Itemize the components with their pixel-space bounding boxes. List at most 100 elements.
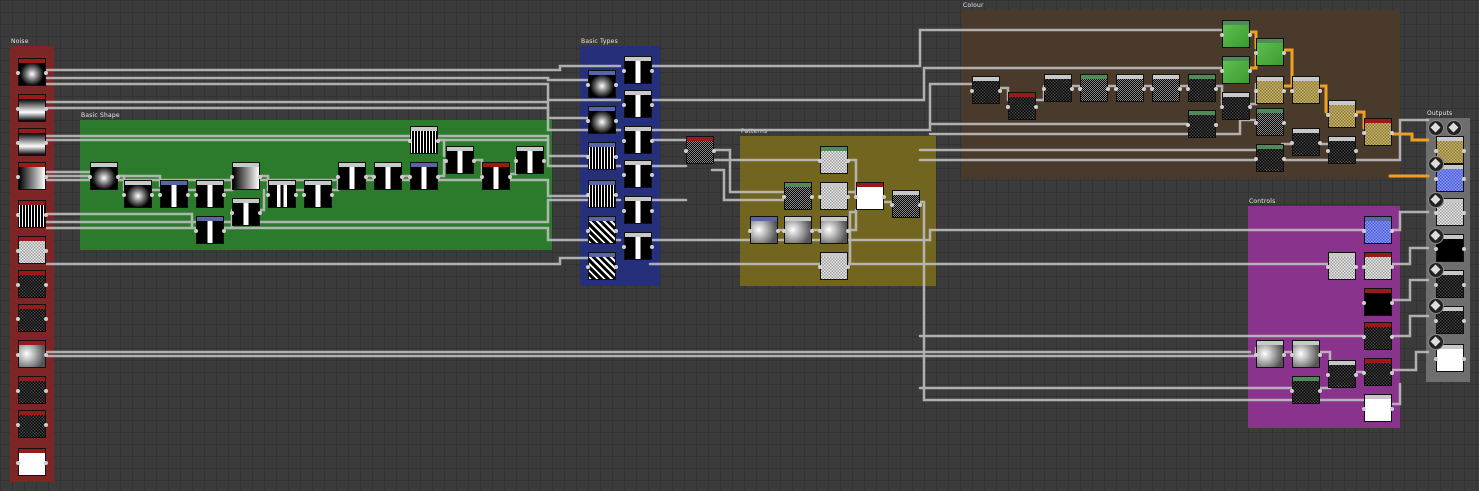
port-dot-icon[interactable] xyxy=(258,211,262,215)
port-dot-icon[interactable] xyxy=(16,107,20,111)
port-dot-icon[interactable] xyxy=(818,195,822,199)
port-dot-icon[interactable] xyxy=(44,423,48,427)
port-dot-icon[interactable] xyxy=(1434,319,1438,323)
port-dot-icon[interactable] xyxy=(1150,87,1154,91)
port-dot-icon[interactable] xyxy=(408,175,412,179)
port-dot-icon[interactable] xyxy=(1362,407,1366,411)
graph-node[interactable] xyxy=(1290,128,1322,156)
port-dot-icon[interactable] xyxy=(810,195,814,199)
graph-node[interactable] xyxy=(586,70,618,98)
port-dot-icon[interactable] xyxy=(1220,105,1224,109)
port-dot-icon[interactable] xyxy=(1214,87,1218,91)
output-cube-icon[interactable] xyxy=(1428,228,1444,244)
port-dot-icon[interactable] xyxy=(436,175,440,179)
graph-node[interactable] xyxy=(1362,288,1394,316)
port-dot-icon[interactable] xyxy=(586,193,590,197)
port-dot-icon[interactable] xyxy=(1390,301,1394,305)
port-dot-icon[interactable] xyxy=(116,175,120,179)
port-dot-icon[interactable] xyxy=(622,139,626,143)
port-dot-icon[interactable] xyxy=(1434,211,1438,215)
port-dot-icon[interactable] xyxy=(508,175,512,179)
graph-node[interactable] xyxy=(1220,20,1252,48)
port-dot-icon[interactable] xyxy=(1318,89,1322,93)
port-dot-icon[interactable] xyxy=(1462,283,1466,287)
graph-node[interactable] xyxy=(408,126,440,154)
graph-node[interactable] xyxy=(16,340,48,368)
port-dot-icon[interactable] xyxy=(586,155,590,159)
output-cube-icon[interactable] xyxy=(1428,262,1444,278)
port-dot-icon[interactable] xyxy=(44,317,48,321)
port-dot-icon[interactable] xyxy=(1434,283,1438,287)
output-cube-icon[interactable] xyxy=(1428,298,1444,314)
port-dot-icon[interactable] xyxy=(782,229,786,233)
port-dot-icon[interactable] xyxy=(44,353,48,357)
port-dot-icon[interactable] xyxy=(1290,353,1294,357)
port-dot-icon[interactable] xyxy=(614,265,618,269)
graph-node[interactable] xyxy=(194,216,226,244)
port-dot-icon[interactable] xyxy=(650,69,654,73)
graph-node[interactable] xyxy=(818,182,850,210)
graph-node[interactable] xyxy=(1326,100,1358,128)
port-dot-icon[interactable] xyxy=(1254,89,1258,93)
port-dot-icon[interactable] xyxy=(1326,373,1330,377)
port-dot-icon[interactable] xyxy=(684,149,688,153)
port-dot-icon[interactable] xyxy=(622,69,626,73)
port-dot-icon[interactable] xyxy=(266,193,270,197)
port-dot-icon[interactable] xyxy=(472,159,476,163)
graph-node[interactable] xyxy=(586,180,618,208)
port-dot-icon[interactable] xyxy=(1318,389,1322,393)
port-dot-icon[interactable] xyxy=(408,139,412,143)
port-dot-icon[interactable] xyxy=(1326,149,1330,153)
port-dot-icon[interactable] xyxy=(16,389,20,393)
port-dot-icon[interactable] xyxy=(1254,157,1258,161)
port-dot-icon[interactable] xyxy=(44,461,48,465)
port-dot-icon[interactable] xyxy=(372,175,376,179)
graph-node[interactable] xyxy=(16,200,48,228)
port-dot-icon[interactable] xyxy=(998,89,1002,93)
port-dot-icon[interactable] xyxy=(1186,123,1190,127)
graph-node[interactable] xyxy=(16,94,48,122)
port-dot-icon[interactable] xyxy=(44,107,48,111)
port-dot-icon[interactable] xyxy=(1354,265,1358,269)
graph-node[interactable] xyxy=(684,136,716,164)
port-dot-icon[interactable] xyxy=(16,249,20,253)
port-dot-icon[interactable] xyxy=(230,175,234,179)
graph-node[interactable] xyxy=(16,376,48,404)
port-dot-icon[interactable] xyxy=(122,193,126,197)
port-dot-icon[interactable] xyxy=(846,195,850,199)
graph-node[interactable] xyxy=(970,76,1002,104)
port-dot-icon[interactable] xyxy=(1390,131,1394,135)
port-dot-icon[interactable] xyxy=(818,159,822,163)
port-dot-icon[interactable] xyxy=(650,173,654,177)
graph-node[interactable] xyxy=(16,58,48,86)
graph-node[interactable] xyxy=(16,270,48,298)
graph-node[interactable] xyxy=(1254,38,1286,66)
port-dot-icon[interactable] xyxy=(650,209,654,213)
graph-node[interactable] xyxy=(194,180,226,208)
port-dot-icon[interactable] xyxy=(294,193,298,197)
port-dot-icon[interactable] xyxy=(586,265,590,269)
graph-node[interactable] xyxy=(1006,92,1038,120)
graph-node[interactable] xyxy=(1254,108,1286,136)
port-dot-icon[interactable] xyxy=(88,175,92,179)
port-dot-icon[interactable] xyxy=(1434,177,1438,181)
port-dot-icon[interactable] xyxy=(622,173,626,177)
port-dot-icon[interactable] xyxy=(1362,229,1366,233)
graph-node[interactable] xyxy=(622,196,654,224)
port-dot-icon[interactable] xyxy=(1462,247,1466,251)
port-dot-icon[interactable] xyxy=(614,193,618,197)
output-cube-icon[interactable] xyxy=(1428,156,1444,172)
port-dot-icon[interactable] xyxy=(614,83,618,87)
port-dot-icon[interactable] xyxy=(44,389,48,393)
graph-node[interactable] xyxy=(1186,74,1218,102)
graph-node[interactable] xyxy=(158,180,190,208)
port-dot-icon[interactable] xyxy=(882,195,886,199)
port-dot-icon[interactable] xyxy=(514,159,518,163)
graph-node[interactable] xyxy=(88,162,120,190)
port-dot-icon[interactable] xyxy=(1220,69,1224,73)
graph-node[interactable] xyxy=(586,142,618,170)
graph-node[interactable] xyxy=(1150,74,1182,102)
port-dot-icon[interactable] xyxy=(44,71,48,75)
port-dot-icon[interactable] xyxy=(846,159,850,163)
port-dot-icon[interactable] xyxy=(1186,87,1190,91)
